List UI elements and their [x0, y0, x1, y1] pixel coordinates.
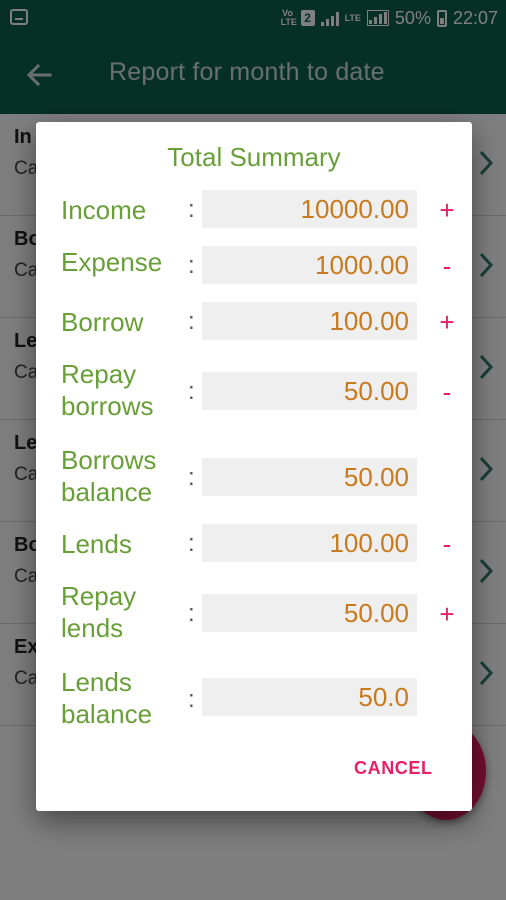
- row-label: Borrow: [61, 307, 144, 337]
- row-value: 50.00: [343, 462, 409, 492]
- row-label: Repay borrows: [61, 359, 154, 421]
- row-value-field: 100.00: [202, 302, 417, 340]
- summary-row-borrow: Borrow : 100.00 +: [36, 302, 472, 344]
- row-colon: :: [188, 308, 195, 335]
- row-value-field: 50.00: [202, 372, 417, 410]
- row-value: 1000.00: [315, 250, 409, 280]
- row-value-field: 10000.00: [202, 190, 417, 228]
- row-colon: :: [188, 196, 195, 223]
- row-label: Expense: [61, 247, 163, 277]
- row-sign: +: [439, 599, 455, 629]
- summary-row-lends: Lends : 100.00 -: [36, 524, 472, 566]
- row-label: Lends balance: [61, 667, 153, 729]
- row-value-field: 50.00: [202, 458, 417, 496]
- dialog-title: Total Summary: [167, 142, 341, 172]
- row-value: 50.00: [343, 598, 409, 628]
- row-colon: :: [188, 600, 195, 627]
- row-colon: :: [188, 686, 195, 713]
- row-value: 100.00: [329, 528, 409, 558]
- summary-row-expense: Expense : 1000.00 -: [36, 246, 472, 286]
- summary-row-repay-borrows: Repay borrows : 50.00 -: [36, 358, 472, 428]
- row-sign: -: [442, 251, 452, 281]
- row-colon: :: [188, 530, 195, 557]
- total-summary-dialog: Total Summary Income : 10000.00 + Expens…: [36, 122, 472, 811]
- row-value: 100.00: [329, 306, 409, 336]
- row-colon: :: [188, 378, 195, 405]
- row-value-field: 1000.00: [202, 246, 417, 284]
- row-label: Repay lends: [61, 581, 137, 643]
- row-value-field: 50.0: [202, 678, 417, 716]
- row-sign: -: [442, 529, 452, 559]
- row-label: Lends: [61, 529, 132, 559]
- row-value-field: 50.00: [202, 594, 417, 632]
- summary-row-lends-balance: Lends balance : 50.0: [36, 666, 472, 736]
- row-sign: +: [439, 307, 455, 337]
- row-value-field: 100.00: [202, 524, 417, 562]
- row-value: 10000.00: [300, 194, 409, 224]
- row-sign: +: [439, 195, 455, 225]
- row-colon: :: [188, 464, 195, 491]
- summary-row-income: Income : 10000.00 +: [36, 190, 472, 232]
- summary-row-borrows-balance: Borrows balance : 50.00: [36, 444, 472, 514]
- summary-row-repay-lends: Repay lends : 50.00 +: [36, 580, 472, 650]
- row-value: 50.0: [358, 682, 409, 712]
- cancel-button[interactable]: CANCEL: [354, 758, 433, 779]
- row-sign: -: [442, 377, 452, 407]
- row-value: 50.00: [343, 376, 409, 406]
- row-colon: :: [188, 252, 195, 279]
- row-label: Income: [61, 195, 147, 225]
- row-label: Borrows balance: [61, 445, 157, 507]
